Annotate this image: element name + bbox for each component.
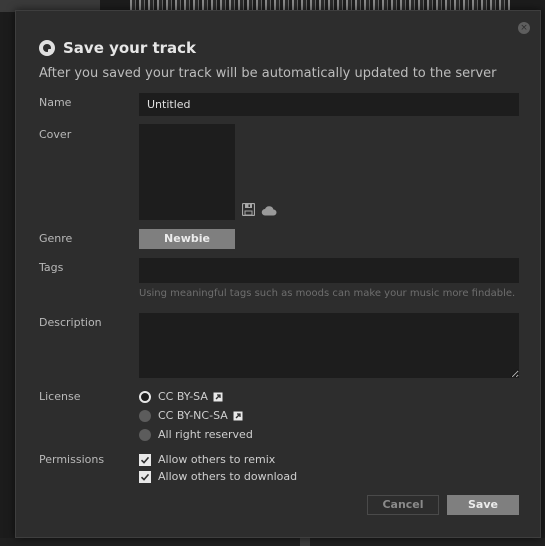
checkbox-checked[interactable]	[139, 453, 151, 466]
description-textarea[interactable]	[139, 313, 519, 378]
license-option-label: CC BY-SA	[158, 390, 208, 403]
license-option-cc-by-sa[interactable]: CC BY-SA	[139, 390, 223, 403]
cancel-button[interactable]: Cancel	[367, 495, 439, 515]
radio-selected[interactable]	[139, 390, 151, 403]
dialog-subtitle: After you saved your track will be autom…	[39, 66, 497, 81]
checkmark-icon	[140, 473, 150, 481]
tags-input[interactable]	[139, 258, 519, 283]
license-option-cc-by-nc-sa[interactable]: CC BY-NC-SA	[139, 409, 243, 422]
record-icon	[39, 40, 55, 56]
name-input[interactable]	[139, 93, 519, 116]
permission-allow-remix[interactable]: Allow others to remix	[139, 453, 275, 466]
license-option-all-rights-reserved[interactable]: All right reserved	[139, 428, 253, 441]
license-label: License	[39, 390, 81, 403]
tags-hint: Using meaningful tags such as moods can …	[139, 288, 516, 299]
floppy-disk-icon[interactable]	[242, 203, 255, 216]
permission-label: Allow others to download	[158, 470, 298, 483]
dialog-title: Save your track	[63, 39, 197, 57]
genre-label: Genre	[39, 232, 73, 245]
name-label: Name	[39, 96, 72, 109]
description-label: Description	[39, 316, 102, 329]
cover-label: Cover	[39, 128, 72, 141]
checkmark-icon	[140, 456, 150, 464]
radio-unselected[interactable]	[139, 409, 151, 422]
permission-label: Allow others to remix	[158, 453, 276, 466]
permission-allow-download[interactable]: Allow others to download	[139, 470, 297, 483]
save-button[interactable]: Save	[447, 495, 519, 515]
save-track-dialog: × Save your track After you saved your t…	[15, 10, 541, 538]
tags-label: Tags	[39, 261, 64, 274]
background-bottom-bar	[0, 538, 545, 546]
external-link-icon[interactable]	[213, 392, 223, 402]
genre-select-button[interactable]: Newbie	[139, 229, 235, 249]
permissions-label: Permissions	[39, 453, 105, 466]
checkbox-checked[interactable]	[139, 470, 151, 483]
license-option-label: CC BY-NC-SA	[158, 409, 228, 422]
close-button[interactable]: ×	[518, 22, 530, 34]
cloud-icon[interactable]	[261, 205, 277, 216]
external-link-icon[interactable]	[233, 411, 243, 421]
cover-image-dropzone[interactable]	[139, 124, 235, 220]
background-marker	[300, 538, 310, 546]
radio-unselected[interactable]	[139, 428, 151, 441]
license-option-label: All right reserved	[158, 428, 253, 441]
dialog-header: Save your track	[39, 39, 196, 57]
